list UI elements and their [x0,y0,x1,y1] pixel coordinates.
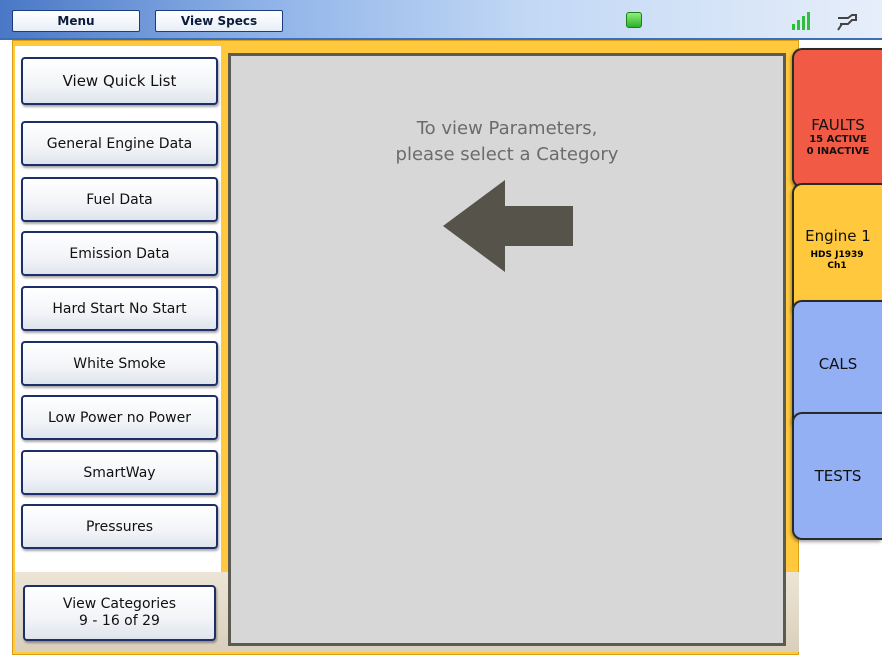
category-hard-start-no-start-button[interactable]: Hard Start No Start [21,286,218,331]
signal-strength-icon [792,12,810,30]
tab-faults-title: FAULTS [811,116,865,134]
left-arrow-icon [443,180,573,272]
category-fuel-data-button[interactable]: Fuel Data [21,177,218,222]
tab-tests[interactable]: TESTS [792,412,882,540]
menu-button[interactable]: Menu [12,10,140,32]
instruction-line-1: To view Parameters, [416,118,598,139]
category-general-engine-data-button[interactable]: General Engine Data [21,121,218,166]
tab-faults-active: 15 ACTIVE [809,134,867,145]
connector-plug-icon [837,14,857,31]
tab-faults[interactable]: FAULTS 15 ACTIVE 0 INACTIVE [792,48,882,188]
parameters-panel: To view Parameters, please select a Cate… [228,53,786,646]
category-low-power-no-power-button[interactable]: Low Power no Power [21,395,218,440]
tab-engine-protocol: HDS J1939 [810,250,864,260]
view-categories-button[interactable]: View Categories 9 - 16 of 29 [23,585,216,641]
view-categories-label: View Categories [62,596,177,612]
tab-engine-title: Engine 1 [805,227,871,245]
tab-cals-title: CALS [818,355,858,373]
category-white-smoke-button[interactable]: White Smoke [21,341,218,386]
tab-engine-details: HDS J1939 Ch1 [792,250,882,272]
category-pressures-button[interactable]: Pressures [21,504,218,549]
tab-cals[interactable]: CALS [792,300,882,428]
view-specs-button[interactable]: View Specs [155,10,283,32]
tab-faults-inactive: 0 INACTIVE [806,146,870,157]
view-categories-range: 9 - 16 of 29 [79,613,160,629]
top-bar: Menu View Specs [0,0,882,40]
category-emission-data-button[interactable]: Emission Data [21,231,218,276]
tab-tests-title: TESTS [814,467,862,485]
tab-engine-channel: Ch1 [827,261,847,271]
green-status-icon [626,12,642,28]
category-smartway-button[interactable]: SmartWay [21,450,218,495]
tab-engine-1[interactable]: Engine 1 [792,183,882,315]
view-quick-list-button[interactable]: View Quick List [21,57,218,105]
instruction-line-2: please select a Category [395,144,619,165]
instruction-text: To view Parameters, please select a Cate… [231,116,783,168]
